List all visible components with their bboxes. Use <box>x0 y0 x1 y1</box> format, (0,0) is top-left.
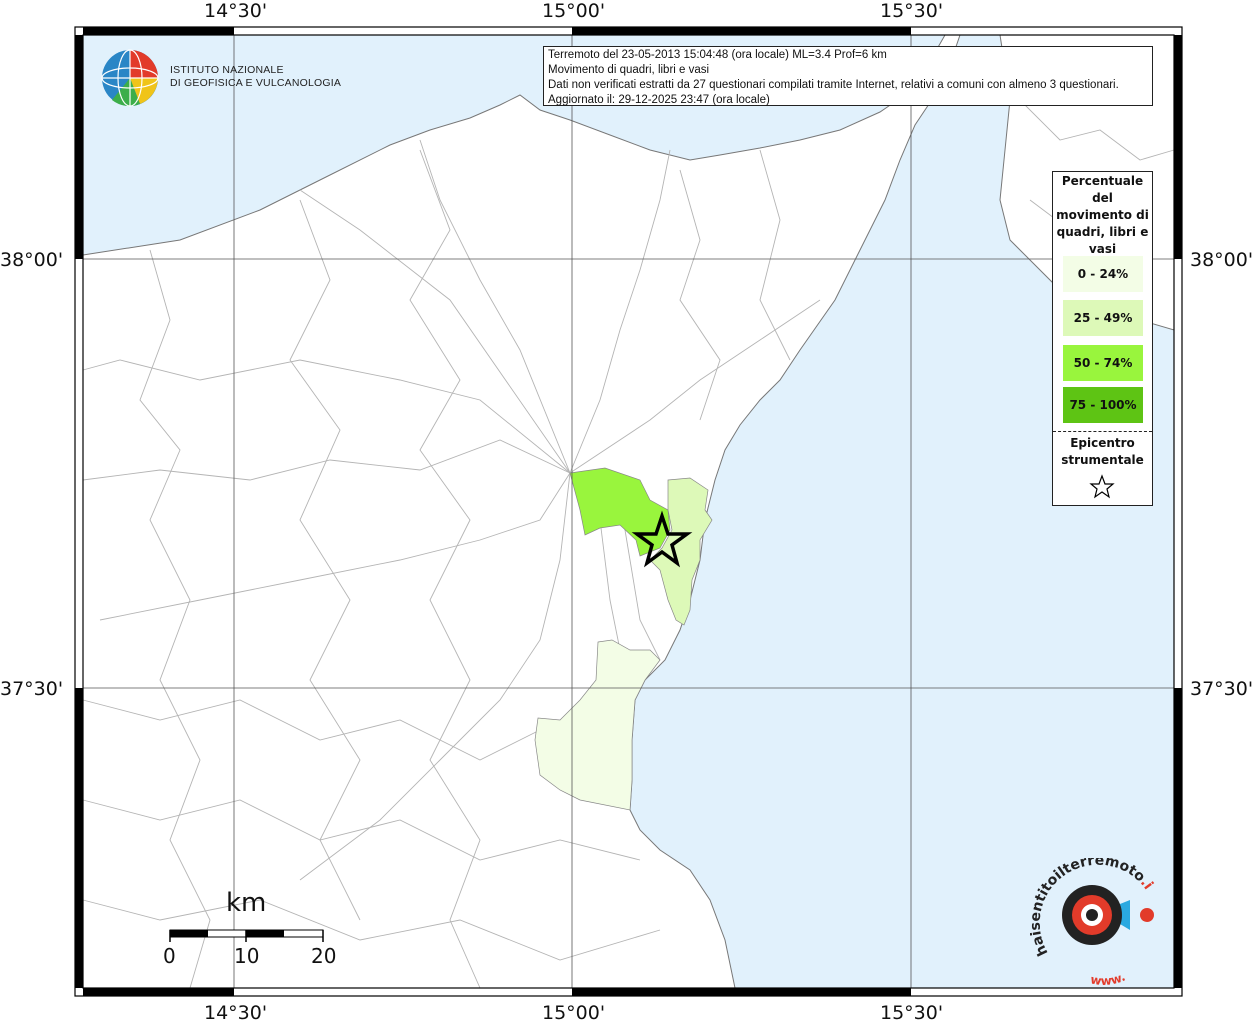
legend-item-0-24: 0 - 24% <box>1063 256 1143 292</box>
hst-logo-main: haisentitoilterremoto <box>1030 858 1148 958</box>
svg-text:www.: www. <box>1089 970 1127 989</box>
ingv-logo-line-1: ISTITUTO NAZIONALE <box>170 64 284 76</box>
legend-title: Percentuale del movimento di quadri, lib… <box>1056 174 1149 256</box>
axis-top-label-3: 15°30' <box>880 0 944 22</box>
legend-item-50-74: 50 - 74% <box>1063 345 1143 381</box>
axis-left-label-2: 37°30' <box>0 678 64 700</box>
scale-unit-label: km <box>226 888 267 918</box>
svg-text:haisentitoilterremoto.it: haisentitoilterremoto.it <box>1030 858 1156 958</box>
hst-logo-text: haisentitoilterremoto.it www. <box>1030 858 1156 989</box>
legend-item-25-49: 25 - 49% <box>1063 300 1143 336</box>
scale-tick-0: 0 <box>163 944 176 968</box>
event-data-note: Dati non verificati estratti da 27 quest… <box>548 79 1119 91</box>
star-icon <box>1089 474 1115 499</box>
legend-separator <box>1053 431 1152 432</box>
event-subtitle: Movimento di quadri, libri e vasi <box>548 64 710 76</box>
ingv-logo-line-2: DI GEOFISICA E VULCANOLOGIA <box>170 77 342 89</box>
axis-bottom-label-1: 14°30' <box>204 1002 268 1024</box>
axis-right-label-2: 37°30' <box>1190 678 1254 700</box>
axis-right-label-1: 38°00' <box>1190 249 1254 271</box>
event-title: Terremoto del 23-05-2013 15:04:48 (ora l… <box>548 49 887 61</box>
axis-top-label-1: 14°30' <box>204 0 268 22</box>
ingv-logo-text: ISTITUTO NAZIONALE DI GEOFISICA E VULCAN… <box>170 64 341 90</box>
axis-left-label-1: 38°00' <box>0 249 64 271</box>
scale-tick-10: 10 <box>234 944 260 968</box>
axis-bottom-label-2: 15°00' <box>542 1002 606 1024</box>
axis-top-label-2: 15°00' <box>542 0 606 22</box>
legend-item-75-100: 75 - 100% <box>1063 387 1143 423</box>
hst-logo-www: www. <box>1089 970 1127 989</box>
event-updated: Aggiornato il: 29-12-2025 23:47 (ora loc… <box>548 94 770 106</box>
legend: Percentuale del movimento di quadri, lib… <box>1052 171 1153 506</box>
axis-bottom-label-3: 15°30' <box>880 1002 944 1024</box>
event-info-box: Terremoto del 23-05-2013 15:04:48 (ora l… <box>543 46 1153 106</box>
scale-tick-20: 20 <box>311 944 337 968</box>
legend-epicenter-label: Epicentro strumentale <box>1061 436 1144 467</box>
ingv-globe-icon <box>101 49 159 107</box>
